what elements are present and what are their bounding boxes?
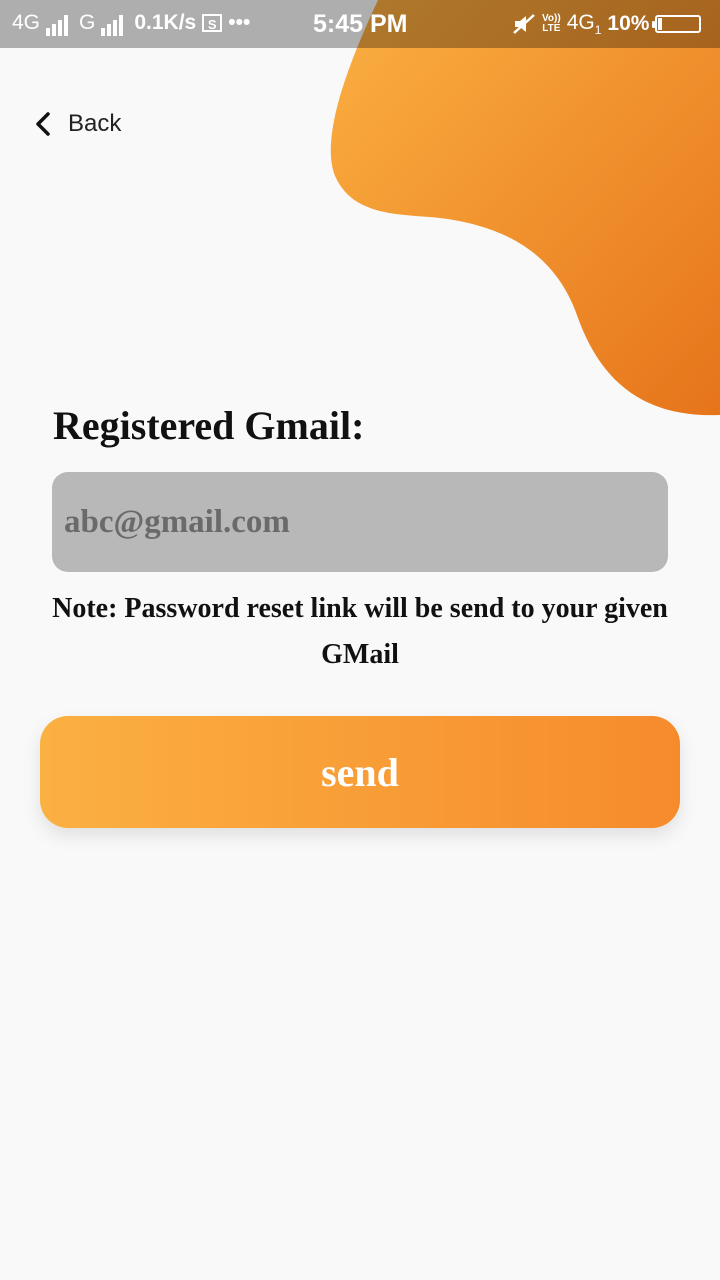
network-type-1: 4G	[12, 11, 41, 34]
network-type-2: G	[79, 11, 96, 34]
network-type-3: 4G1	[567, 11, 602, 37]
back-label: Back	[68, 110, 122, 137]
battery-level	[658, 18, 663, 31]
send-button[interactable]: send	[40, 716, 680, 828]
volte-icon: Vo)) LTE	[542, 14, 561, 34]
screenshot-icon: S	[202, 14, 223, 32]
back-button[interactable]: Back	[34, 106, 121, 142]
status-time: 5:45 PM	[313, 10, 408, 38]
battery-icon	[652, 15, 702, 34]
reset-note: Note: Password reset link will be send t…	[52, 593, 668, 670]
decorative-orange-blob	[330, 0, 720, 416]
chevron-left-icon	[36, 112, 50, 136]
battery-percent: 10%	[607, 12, 650, 36]
network-type-3-sub: 1	[594, 23, 602, 38]
status-right-group: Vo)) LTE 4G1 10%	[512, 11, 702, 37]
volte-bottom: LTE	[542, 23, 561, 35]
email-field[interactable]	[52, 472, 668, 572]
network-type-3-label: 4G	[566, 11, 595, 34]
signal-icon-2	[101, 12, 128, 36]
status-left-group: 4G G 0.1K/s S •••	[12, 11, 251, 36]
email-field-label: Registered Gmail:	[53, 403, 365, 448]
signal-icon	[46, 12, 73, 36]
status-bar: 4G G 0.1K/s S ••• 5:45 PM Vo)) LTE 4G1 1…	[0, 0, 720, 48]
more-notifications-icon: •••	[228, 11, 251, 34]
network-speed: 0.1K/s	[134, 11, 197, 34]
muted-speaker-icon	[513, 14, 535, 35]
